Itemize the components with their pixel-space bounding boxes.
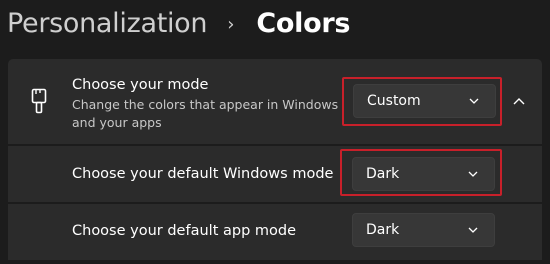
paintbrush-icon	[30, 88, 48, 114]
app-mode-dropdown[interactable]: Dark	[352, 213, 495, 247]
colors-settings-page: Personalization › Colors Choose your mod…	[0, 0, 550, 264]
breadcrumb-personalization[interactable]: Personalization	[7, 8, 208, 39]
chevron-down-icon	[468, 227, 478, 233]
app-mode-row: Choose your default app mode Dark	[8, 204, 542, 260]
breadcrumb-separator: ›	[227, 13, 235, 35]
app-mode-dropdown-value: Dark	[366, 222, 400, 238]
windows-mode-dropdown-highlight	[340, 149, 502, 196]
choose-mode-description: Change the colors that appear in Windows…	[72, 97, 339, 130]
breadcrumb: Personalization › Colors	[7, 0, 350, 46]
windows-mode-row: Choose your default Windows mode Dark	[8, 146, 542, 202]
app-mode-label: Choose your default app mode	[72, 223, 297, 239]
mode-dropdown-highlight	[342, 77, 502, 126]
collapse-button[interactable]	[504, 88, 534, 114]
choose-mode-title: Choose your mode	[72, 77, 209, 93]
choose-mode-card[interactable]: Choose your mode Change the colors that …	[8, 59, 542, 144]
chevron-up-icon	[513, 98, 525, 105]
windows-mode-label: Choose your default Windows mode	[72, 166, 334, 182]
page-title: Colors	[256, 7, 351, 39]
